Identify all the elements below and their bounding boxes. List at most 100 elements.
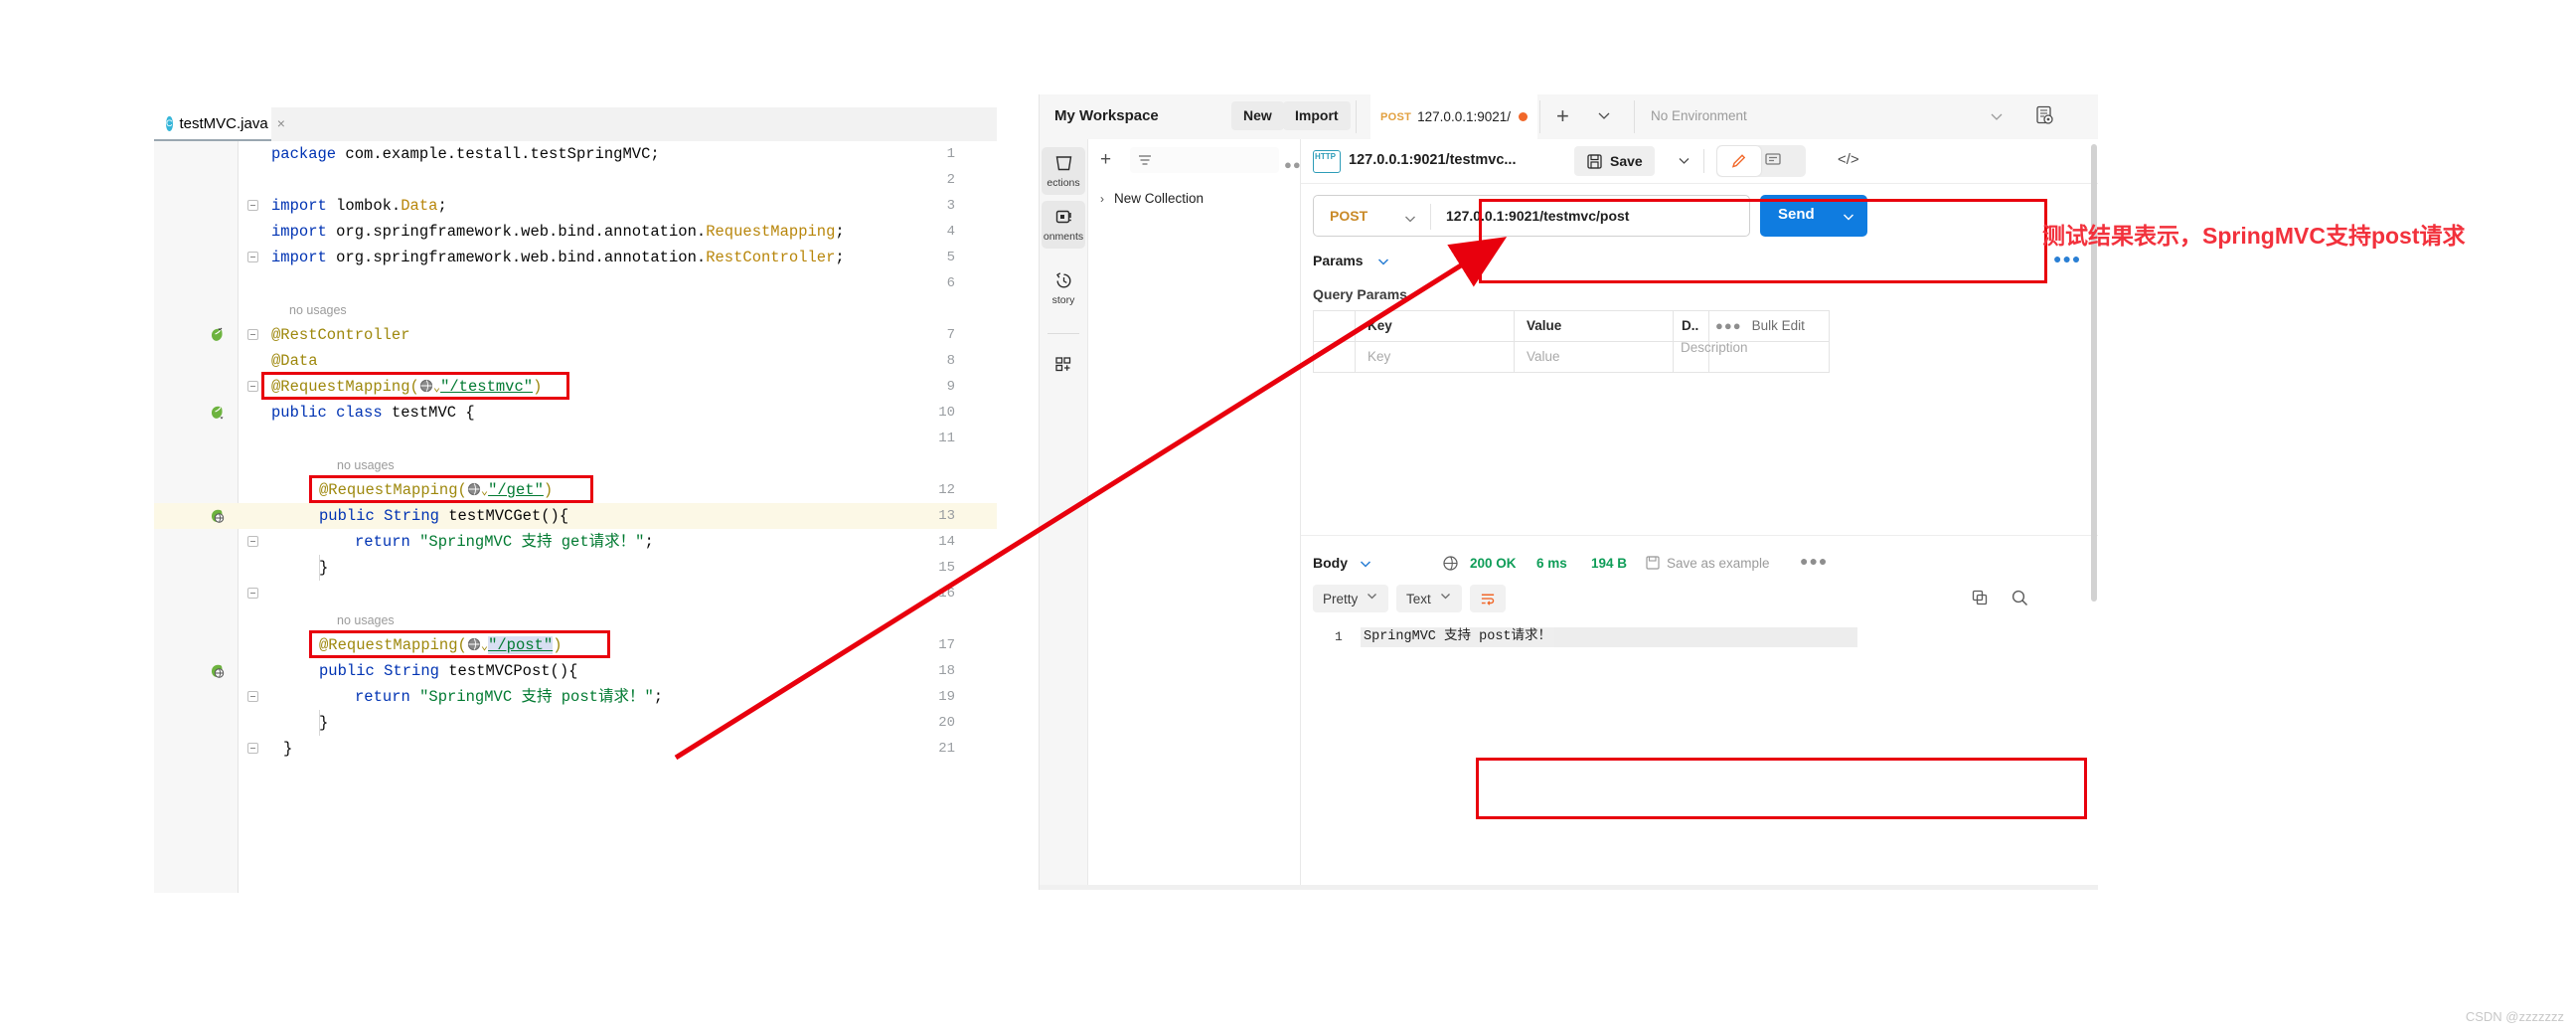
sidebar-item-environments[interactable]: onments	[1042, 201, 1085, 249]
description-input[interactable]: Description	[1681, 340, 1748, 355]
chevron-down-icon[interactable]	[1677, 153, 1691, 173]
run-endpoint-icon[interactable]	[209, 663, 225, 679]
new-button[interactable]: New	[1231, 101, 1284, 130]
chevron-down-icon[interactable]	[1359, 557, 1372, 576]
response-more-icon[interactable]: ●●●	[1800, 553, 1828, 569]
keyword-return: return	[355, 533, 410, 551]
bulk-edit-cell[interactable]: ●●● Bulk Edit	[1709, 311, 1829, 341]
line-number: 12	[938, 482, 955, 498]
editor-tab-testmvc[interactable]: C testMVC.java ×	[154, 107, 285, 141]
response-line-number: 1	[1335, 629, 1343, 644]
keyword-import: import	[271, 223, 327, 241]
code-line-7: @RestController	[271, 326, 410, 344]
run-endpoint-icon[interactable]	[209, 508, 225, 524]
semicolon: ;	[644, 533, 654, 551]
edit-request-button[interactable]	[1717, 146, 1761, 176]
key-input[interactable]: Key	[1356, 342, 1515, 372]
save-icon	[1587, 153, 1602, 169]
environment-quick-look-icon[interactable]	[2033, 104, 2055, 131]
bulk-edit-button[interactable]: Bulk Edit	[1752, 311, 1805, 341]
network-icon	[1442, 555, 1459, 577]
keyword-import: import	[271, 197, 327, 215]
row-checkbox[interactable]	[1314, 342, 1356, 372]
code-snippet-icon[interactable]: </>	[1838, 151, 1859, 168]
environments-icon	[1054, 208, 1073, 232]
chevron-right-icon[interactable]: ›	[1100, 192, 1104, 206]
code-line-19: return "SpringMVC 支持 post请求！";	[355, 684, 663, 710]
string-literal-post-response: "SpringMVC 支持 post请求！"	[419, 688, 654, 706]
scrollbar-vertical[interactable]	[2091, 144, 2097, 602]
environment-selector[interactable]: No Environment	[1651, 108, 1747, 123]
line-number: 16	[938, 586, 955, 602]
spring-bean-icon[interactable]	[209, 405, 225, 421]
query-params-label: Query Params	[1313, 286, 1407, 302]
ide-tab-bar: C testMVC.java ×	[154, 107, 997, 141]
keyword-package: package	[271, 145, 337, 163]
value-input[interactable]: Value	[1515, 342, 1674, 372]
request-name[interactable]: 127.0.0.1:9021/testmvc...	[1349, 152, 1516, 168]
chevron-down-icon[interactable]	[1376, 255, 1390, 273]
chevron-down-icon[interactable]	[1403, 212, 1417, 231]
request-tab[interactable]: POST 127.0.0.1:9021/	[1370, 94, 1537, 139]
new-tab-icon[interactable]: +	[1556, 103, 1569, 129]
wrap-lines-button[interactable]	[1470, 585, 1506, 612]
response-status-row: Body 200 OK 6 ms 194 B Save as example ●…	[1313, 552, 2078, 576]
chevron-down-icon[interactable]	[1596, 107, 1612, 128]
close-icon[interactable]: ×	[277, 116, 285, 130]
import-class: RequestMapping	[706, 223, 836, 241]
response-body[interactable]: 1 SpringMVC 支持 post请求！	[1313, 622, 2078, 662]
fold-marker[interactable]	[247, 252, 258, 262]
save-button[interactable]: Save	[1574, 146, 1655, 176]
column-description: D..	[1674, 311, 1709, 341]
semicolon: ;	[437, 197, 447, 215]
collection-label: New Collection	[1114, 191, 1205, 206]
filter-input[interactable]	[1130, 147, 1279, 173]
fold-marker[interactable]	[247, 691, 258, 702]
chevron-down-icon[interactable]	[1439, 590, 1452, 607]
select-all-cell[interactable]	[1314, 311, 1356, 341]
method-selector[interactable]: POST	[1330, 208, 1368, 224]
workspace-name[interactable]: My Workspace	[1054, 107, 1159, 124]
type-selector[interactable]: Text	[1396, 585, 1462, 612]
fold-marker[interactable]	[247, 536, 258, 547]
line-number: 1	[946, 146, 955, 162]
code-editor[interactable]: 1 2 3 4 5 6 7 8 9 10 11 12 13 14 15 16 1…	[154, 141, 997, 893]
pencil-icon	[1731, 154, 1746, 168]
copy-button[interactable]	[1971, 589, 1990, 612]
fold-marker[interactable]	[247, 200, 258, 211]
response-time: 6 ms	[1536, 556, 1567, 571]
add-collection-icon[interactable]: +	[1100, 149, 1111, 171]
params-more-icon[interactable]: ●●●	[2053, 251, 2081, 266]
column-key: Key	[1356, 311, 1515, 341]
fold-marker[interactable]	[247, 381, 258, 392]
chevron-down-icon[interactable]	[1989, 108, 2005, 129]
line-number: 13	[938, 508, 955, 524]
tab-params[interactable]: Params	[1313, 253, 1364, 268]
chevron-down-icon[interactable]	[1366, 590, 1378, 607]
fold-marker[interactable]	[247, 329, 258, 340]
table-row[interactable]: Key Value	[1314, 342, 1829, 372]
spring-bean-icon[interactable]	[209, 327, 225, 343]
string-literal-get-response: "SpringMVC 支持 get请求！"	[419, 533, 645, 551]
tab-body[interactable]: Body	[1313, 555, 1348, 571]
collections-icon	[1054, 154, 1073, 178]
code-line-21: }	[283, 740, 293, 758]
code-line-14: return "SpringMVC 支持 get请求！";	[355, 529, 654, 555]
import-class: RestController	[706, 249, 836, 266]
type-string: String	[384, 662, 439, 680]
search-button[interactable]	[2011, 589, 2029, 612]
fold-marker[interactable]	[247, 588, 258, 599]
code-line-20: }	[319, 714, 329, 732]
sidebar-item-history[interactable]: story	[1042, 264, 1085, 312]
save-as-example-button[interactable]: Save as example	[1667, 556, 1770, 571]
format-selector[interactable]: Pretty	[1313, 585, 1388, 612]
sidebar-item-new-module[interactable]	[1042, 348, 1085, 396]
table-more-icon[interactable]: ●●●	[1715, 311, 1742, 341]
import-button[interactable]: Import	[1283, 101, 1351, 130]
sidebar-item-collections[interactable]: ections	[1042, 147, 1085, 195]
fold-marker[interactable]	[247, 743, 258, 754]
comment-button[interactable]	[1764, 151, 1782, 174]
import-path: org.springframework.web.bind.annotation.	[326, 223, 707, 241]
collection-item-new-collection[interactable]: › New Collection	[1100, 191, 1204, 206]
search-icon	[2012, 590, 2028, 606]
